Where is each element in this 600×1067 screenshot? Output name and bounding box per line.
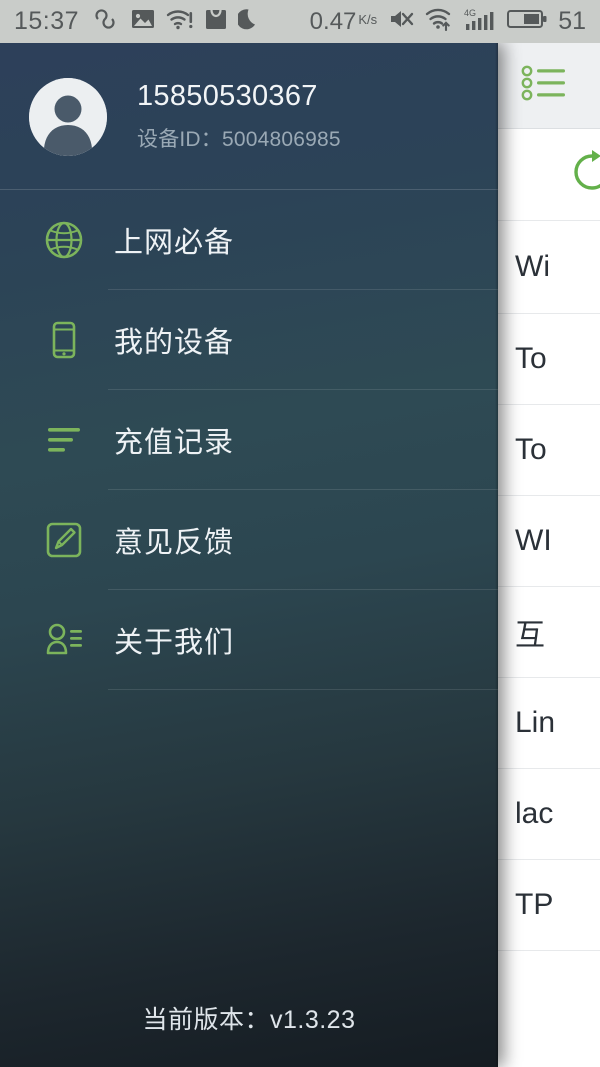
menu-item-label: 上网必备 xyxy=(114,227,235,259)
wifi-name: Lin xyxy=(515,706,556,739)
wifi-name: 互 xyxy=(515,619,545,652)
navigation-drawer: 15850530367 设备ID：5004806985 上网必备 我的设备 充值… xyxy=(0,43,498,1067)
wifi-name: Wi xyxy=(515,250,550,283)
data-rate-unit: K/s xyxy=(358,11,378,27)
menu-item-label: 关于我们 xyxy=(114,627,235,659)
wifi-name: TP xyxy=(515,888,554,921)
status-clock: 15:37 xyxy=(14,7,80,35)
wifi-name: To xyxy=(515,342,547,375)
bag-icon xyxy=(205,8,227,35)
wifi-upload-icon xyxy=(425,8,453,36)
list-icon xyxy=(44,420,84,460)
battery-level: 51 xyxy=(558,7,586,35)
version-text: 当前版本：v1.3.23 xyxy=(142,1006,356,1034)
data-rate-value: 0.47 xyxy=(309,7,357,35)
device-icon xyxy=(44,320,84,360)
wifi-name: To xyxy=(515,433,547,466)
mute-icon xyxy=(388,7,414,36)
status-bar-left: 15:37 xyxy=(14,7,260,36)
avatar[interactable] xyxy=(29,77,107,156)
status-bar: 15:37 0.47 K/s 4G 51 xyxy=(0,0,600,43)
data-rate: 0.47 K/s xyxy=(310,8,378,36)
app-screen: Wi To To WI 互 Lin lac TP 15850530367 设备I… xyxy=(0,0,600,1067)
menu-item-label: 意见反馈 xyxy=(114,527,235,559)
status-bar-right: 0.47 K/s 4G 51 xyxy=(310,7,586,36)
signal-4g-icon: 4G xyxy=(464,7,496,36)
menu-item-label: 充值记录 xyxy=(114,427,235,459)
profile-text: 15850530367 设备ID：5004806985 xyxy=(137,80,341,153)
wifi-alert-icon xyxy=(166,8,194,35)
list-menu-icon[interactable] xyxy=(521,65,567,106)
battery-icon xyxy=(507,8,547,35)
menu-item-my-device[interactable]: 我的设备 xyxy=(0,290,498,390)
menu-divider xyxy=(108,689,498,690)
image-icon xyxy=(131,8,155,35)
moon-icon xyxy=(236,7,260,36)
wifi-name: lac xyxy=(515,797,554,830)
device-id: 设备ID：5004806985 xyxy=(137,128,341,151)
menu-item-feedback[interactable]: 意见反馈 xyxy=(0,490,498,590)
svg-text:4G: 4G xyxy=(464,8,476,18)
phone-number: 15850530367 xyxy=(137,80,318,112)
refresh-icon[interactable] xyxy=(570,150,600,199)
wifi-name: WI xyxy=(515,524,552,557)
profile-header[interactable]: 15850530367 设备ID：5004806985 xyxy=(0,43,498,190)
menu-item-internet-essentials[interactable]: 上网必备 xyxy=(0,190,498,290)
menu-item-about-us[interactable]: 关于我们 xyxy=(0,590,498,690)
menu-item-recharge-records[interactable]: 充值记录 xyxy=(0,390,498,490)
drawer-menu: 上网必备 我的设备 充值记录 意见反馈 关于我们 xyxy=(0,190,498,690)
user-avatar-icon xyxy=(29,77,107,156)
menu-item-label: 我的设备 xyxy=(114,327,235,359)
about-icon xyxy=(44,620,84,660)
globe-icon xyxy=(44,220,84,260)
infinity-icon xyxy=(90,9,120,34)
edit-icon xyxy=(44,520,84,560)
